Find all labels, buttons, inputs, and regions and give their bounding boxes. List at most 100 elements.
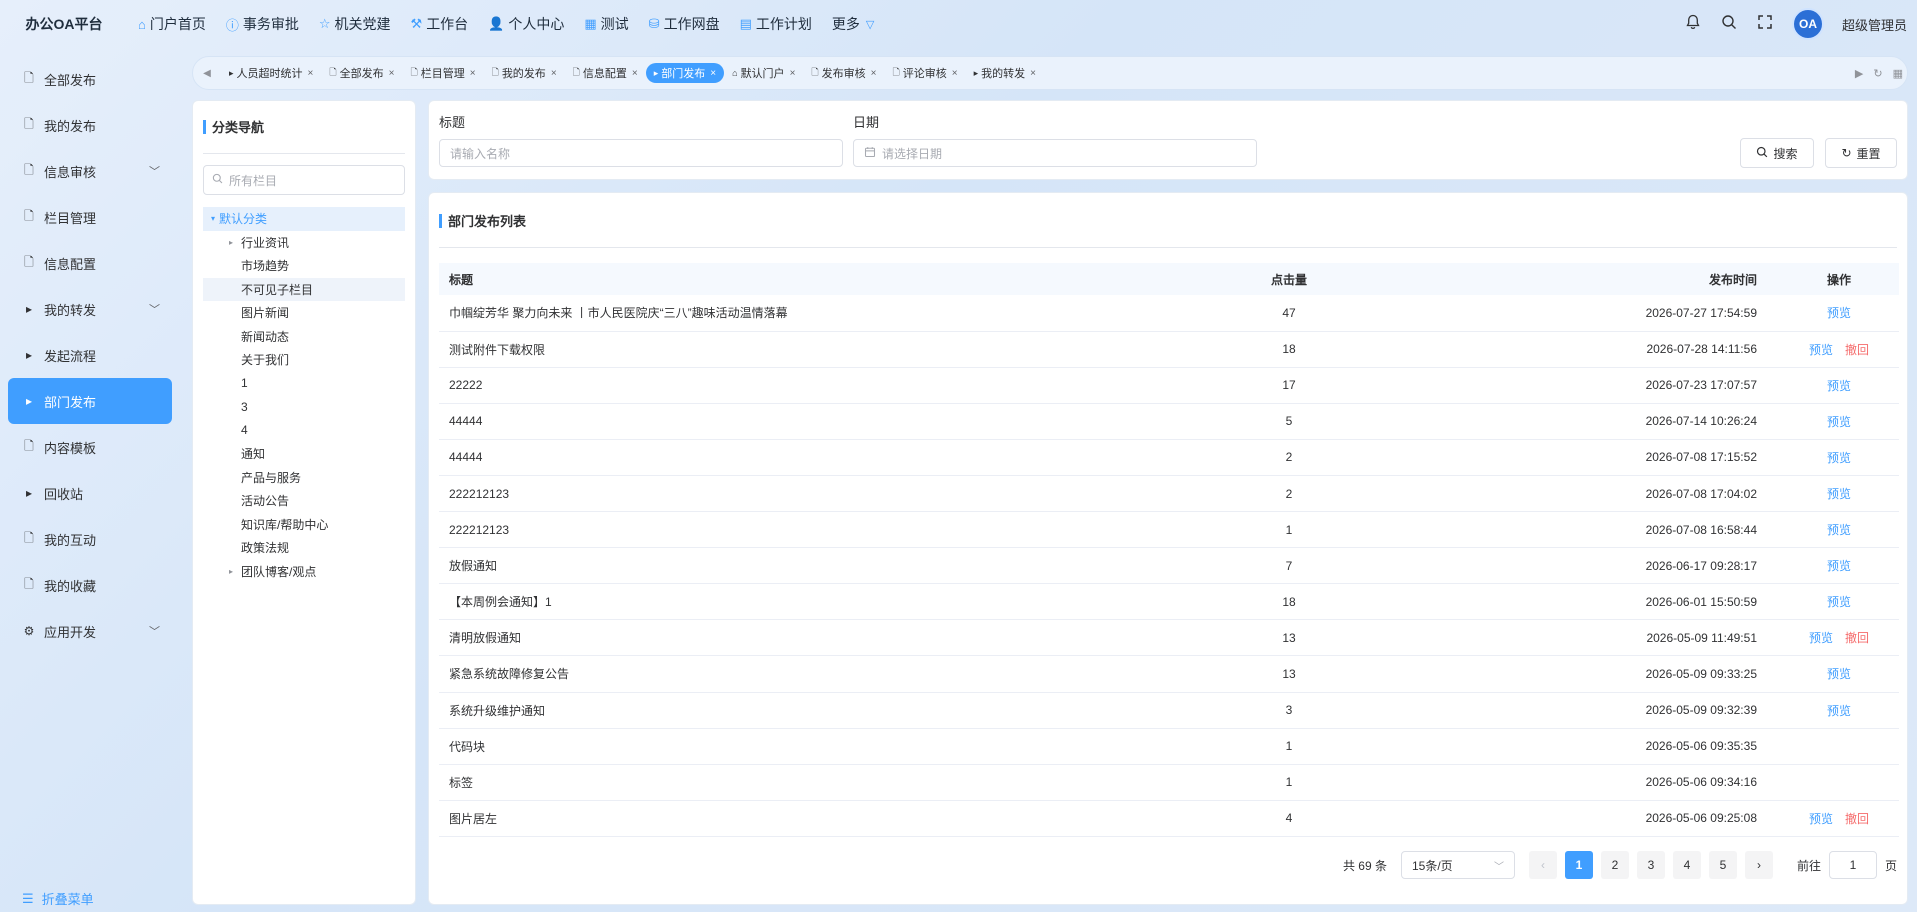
tree-node[interactable]: 新闻动态: [203, 325, 405, 349]
revoke-link[interactable]: 撤回: [1845, 631, 1869, 645]
preview-link[interactable]: 预览: [1827, 415, 1851, 429]
table-row[interactable]: 标签 1 2026-05-06 09:34:16: [439, 764, 1899, 801]
table-row[interactable]: 44444 2 2026-07-08 17:15:52 预览: [439, 439, 1899, 476]
topnav-party[interactable]: ☆ 机关党建: [309, 0, 401, 48]
user-name[interactable]: 超级管理员: [1842, 15, 1907, 34]
close-icon[interactable]: ×: [308, 68, 314, 79]
tab-publish-review[interactable]: 🗋 发布审核 ×: [803, 63, 884, 83]
preview-link[interactable]: 预览: [1827, 487, 1851, 501]
tree-node-root[interactable]: ▾ 默认分类: [203, 207, 405, 231]
preview-link[interactable]: 预览: [1827, 595, 1851, 609]
tree-node[interactable]: 产品与服务: [203, 466, 405, 490]
sidebar-item-app-development[interactable]: ⚙ 应用开发 ﹀: [8, 608, 172, 654]
preview-link[interactable]: 预览: [1827, 704, 1851, 718]
tab-default-portal[interactable]: ⌂ 默认门户 ×: [724, 63, 803, 83]
topnav-home[interactable]: ⌂ 门户首页: [128, 0, 216, 48]
refresh-icon[interactable]: ↻: [1873, 67, 1882, 80]
topnav-plan[interactable]: ▤ 工作计划: [730, 0, 822, 48]
table-row[interactable]: 图片居左 4 2026-05-06 09:25:08 预览 撤回: [439, 800, 1899, 837]
tree-node[interactable]: 不可见子栏目: [203, 277, 405, 301]
sidebar-item-my-published[interactable]: 🗋 我的发布: [8, 102, 172, 148]
close-icon[interactable]: ×: [871, 68, 877, 79]
bell-icon[interactable]: [1684, 14, 1702, 35]
tab-all-published[interactable]: 🗋 全部发布 ×: [321, 63, 402, 83]
sidebar-item-my-forward[interactable]: ▸ 我的转发 ﹀: [8, 286, 172, 332]
tab-column-management[interactable]: 🗋 栏目管理 ×: [402, 63, 483, 83]
tab-my-forward[interactable]: ▸ 我的转发 ×: [966, 63, 1044, 83]
page-button-3[interactable]: 3: [1636, 851, 1665, 879]
table-row[interactable]: 巾帼绽芳华 聚力向未来 丨市人民医院庆“三八”趣味活动温情落幕 47 2026-07…: [439, 295, 1899, 332]
sidebar-item-info-config[interactable]: 🗋 信息配置: [8, 240, 172, 286]
sidebar-item-my-favorites[interactable]: 🗋 我的收藏: [8, 562, 172, 608]
sidebar-item-content-template[interactable]: 🗋 内容模板: [8, 424, 172, 470]
tree-node[interactable]: 活动公告: [203, 489, 405, 513]
tree-node[interactable]: ▸ 行业资讯: [203, 231, 405, 255]
table-row[interactable]: 系统升级维护通知 3 2026-05-09 09:32:39 预览: [439, 692, 1899, 729]
sidebar-item-department-publish[interactable]: ▸ 部门发布: [8, 378, 172, 424]
table-row[interactable]: 测试附件下载权限 18 2026-07-28 14:11:56 预览 撤回: [439, 331, 1899, 368]
tree-node[interactable]: 图片新闻: [203, 301, 405, 325]
sidebar-item-start-process[interactable]: ▸ 发起流程: [8, 332, 172, 378]
topnav-netdisk[interactable]: ⛁ 工作网盘: [639, 0, 730, 48]
tree-node[interactable]: ▸ 团队博客/观点: [203, 560, 405, 584]
topnav-more[interactable]: 更多 ▽: [822, 0, 884, 48]
reset-button[interactable]: ↻ 重置: [1825, 138, 1897, 168]
close-icon[interactable]: ×: [710, 68, 716, 79]
close-icon[interactable]: ×: [389, 68, 395, 79]
preview-link[interactable]: 预览: [1809, 343, 1833, 357]
table-row[interactable]: 222212123 2 2026-07-08 17:04:02 预览: [439, 475, 1899, 513]
revoke-link[interactable]: 撤回: [1845, 812, 1869, 826]
table-row[interactable]: 放假通知 7 2026-06-17 09:28:17 预览: [439, 547, 1899, 585]
prev-page-button[interactable]: ‹: [1528, 851, 1557, 879]
tab-staff-timeout[interactable]: ▸ 人员超时统计 ×: [221, 63, 321, 83]
page-button-5[interactable]: 5: [1708, 851, 1737, 879]
preview-link[interactable]: 预览: [1827, 451, 1851, 465]
tab-department-publish[interactable]: ▸ 部门发布 ×: [645, 63, 725, 83]
tabs-scroll-left-icon[interactable]: ◀: [193, 68, 221, 79]
tabs-scroll-right-icon[interactable]: ▶: [1855, 67, 1863, 80]
close-icon[interactable]: ×: [551, 68, 557, 79]
topnav-personal[interactable]: 👤 个人中心: [478, 0, 574, 48]
search-icon[interactable]: [1720, 14, 1738, 35]
preview-link[interactable]: 预览: [1809, 631, 1833, 645]
close-icon[interactable]: ×: [952, 68, 958, 79]
sidebar-item-recycle-bin[interactable]: ▸ 回收站: [8, 470, 172, 516]
collapse-menu-button[interactable]: ☰ 折叠菜单: [22, 889, 94, 908]
preview-link[interactable]: 预览: [1809, 812, 1833, 826]
table-row[interactable]: 44444 5 2026-07-14 10:26:24 预览: [439, 403, 1899, 440]
page-button-1[interactable]: 1: [1564, 851, 1593, 879]
avatar[interactable]: OA: [1791, 8, 1824, 40]
topnav-workbench[interactable]: ⚒ 工作台: [401, 0, 479, 48]
sidebar-item-all-published[interactable]: 🗋 全部发布: [8, 56, 172, 102]
tree-node[interactable]: 通知: [203, 442, 405, 466]
table-row[interactable]: 紧急系统故障修复公告 13 2026-05-09 09:33:25 预览: [439, 655, 1899, 693]
column-header-clicks[interactable]: 点击量: [1219, 263, 1359, 295]
goto-page-input[interactable]: 1: [1828, 851, 1877, 879]
table-row[interactable]: 222212123 1 2026-07-08 16:58:44 预览: [439, 511, 1899, 549]
table-row[interactable]: 22222 17 2026-07-23 17:07:57 预览: [439, 367, 1899, 404]
revoke-link[interactable]: 撤回: [1845, 343, 1869, 357]
sidebar-item-column-management[interactable]: 🗋 栏目管理: [8, 194, 172, 240]
preview-link[interactable]: 预览: [1827, 523, 1851, 537]
sidebar-item-info-review[interactable]: 🗋 信息审核 ﹀: [8, 148, 172, 194]
caret-right-icon[interactable]: ▸: [225, 567, 237, 576]
page-button-4[interactable]: 4: [1672, 851, 1701, 879]
category-search-input[interactable]: 所有栏目: [203, 165, 405, 195]
date-picker-input[interactable]: 请选择日期: [853, 139, 1257, 167]
preview-link[interactable]: 预览: [1827, 379, 1851, 393]
tree-node[interactable]: 3: [203, 395, 405, 419]
table-row[interactable]: 【本周例会通知】1 18 2026-06-01 15:50:59 预览: [439, 583, 1899, 621]
tab-my-published[interactable]: 🗋 我的发布 ×: [484, 63, 565, 83]
close-icon[interactable]: ×: [470, 68, 476, 79]
column-header-title[interactable]: 标题: [439, 263, 1219, 295]
column-header-publish-time[interactable]: 发布时间: [1359, 263, 1779, 295]
close-icon[interactable]: ×: [790, 68, 796, 79]
close-icon[interactable]: ×: [1030, 68, 1036, 79]
preview-link[interactable]: 预览: [1827, 667, 1851, 681]
caret-right-icon[interactable]: ▸: [225, 238, 237, 247]
tree-node[interactable]: 市场趋势: [203, 254, 405, 278]
page-size-select[interactable]: 15条/页 ﹀: [1400, 851, 1515, 879]
topnav-test[interactable]: ▦ 测试: [574, 0, 638, 48]
grid-icon[interactable]: ▦: [1893, 67, 1903, 80]
sidebar-item-my-interaction[interactable]: 🗋 我的互动: [8, 516, 172, 562]
